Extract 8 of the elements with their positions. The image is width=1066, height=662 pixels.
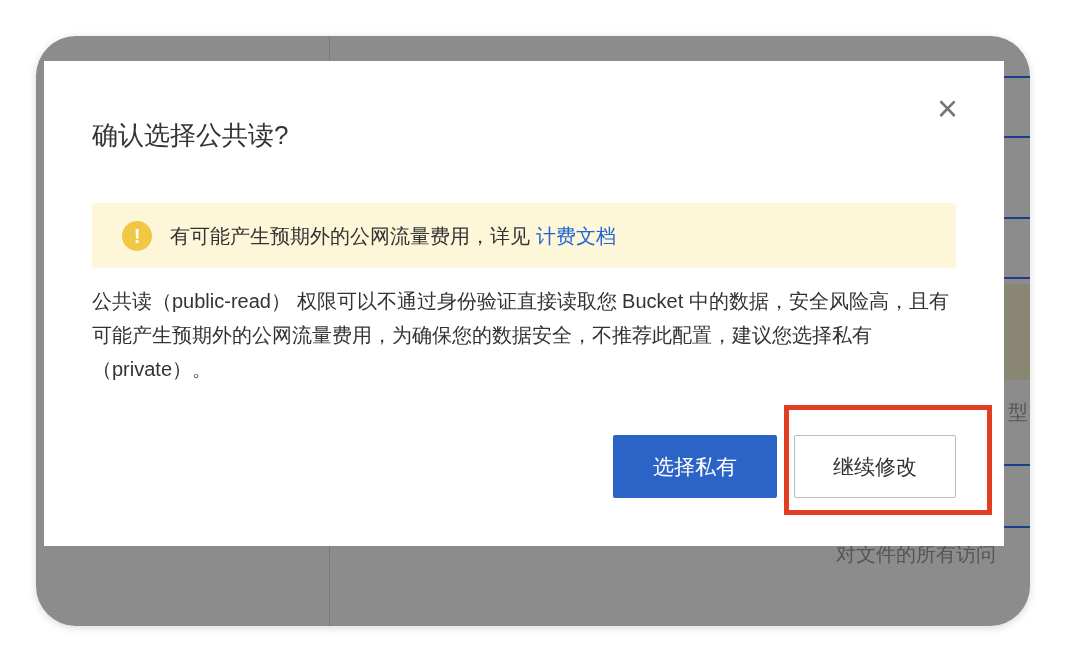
dialog-message: 公共读（public-read） 权限可以不通过身份验证直接读取您 Bucket 中的数据，安全风险高，且有可能产生预期外的公网流量费用，为确保您的数据安全，不推荐此配置，建议您选择私有（private）。 xyxy=(92,289,950,383)
choose-private-button[interactable]: 选择私有 xyxy=(613,435,777,499)
billing-doc-link[interactable]: 计费文档 xyxy=(535,224,616,247)
continue-edit-button[interactable]: 继续修改 xyxy=(794,435,956,499)
alert-text: 有可能产生预期外的公网流量费用，详见 计费文档 xyxy=(170,223,616,249)
dialog-title: 确认选择公共读? xyxy=(92,119,290,152)
warning-icon: ! xyxy=(122,220,152,251)
close-button[interactable]: × xyxy=(936,91,958,127)
